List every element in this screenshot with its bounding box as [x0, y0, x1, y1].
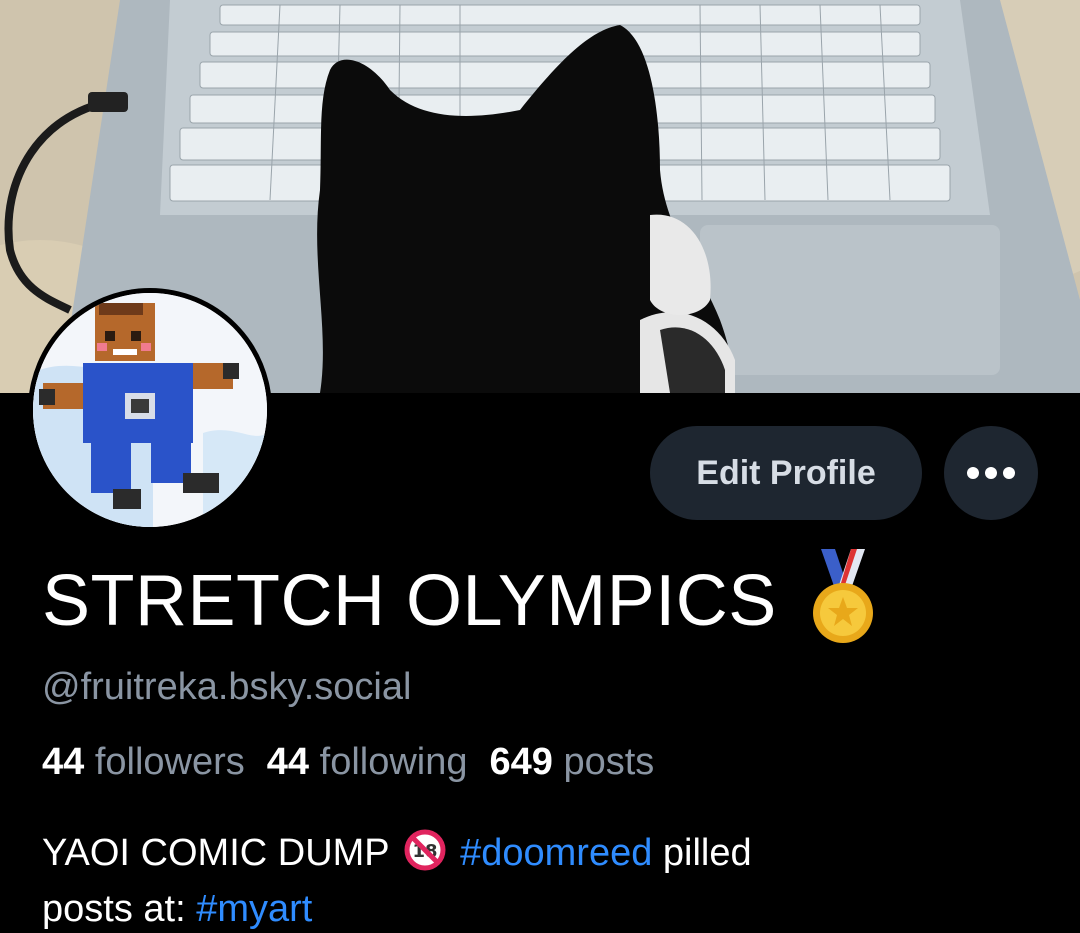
profile-bio: YAOI COMIC DUMP 18 #doomreed pilled post… — [42, 828, 1042, 933]
edit-profile-button[interactable]: Edit Profile — [650, 426, 922, 520]
more-options-dot — [985, 467, 997, 479]
profile-stats: 44 followers 44 following 649 posts — [42, 741, 654, 784]
bio-text: posts at: — [42, 888, 186, 930]
hashtag-link[interactable]: #doomreed — [460, 832, 652, 874]
posts-count: 649 — [489, 741, 553, 783]
followers-stat[interactable]: 44 followers — [42, 741, 245, 784]
bio-text: pilled — [662, 832, 752, 874]
following-count: 44 — [266, 741, 310, 783]
posts-label: posts — [563, 741, 655, 783]
followers-count: 44 — [42, 741, 85, 783]
following-label: following — [319, 741, 468, 783]
more-options-dot — [1003, 467, 1015, 479]
more-options-button[interactable] — [944, 426, 1038, 520]
followers-label: followers — [94, 741, 245, 783]
profile-avatar[interactable] — [28, 288, 272, 532]
sports-medal-icon — [811, 548, 875, 650]
avatar-image — [33, 293, 267, 527]
no-one-under-eighteen-icon: 18 — [404, 829, 446, 884]
following-stat[interactable]: 44 following — [267, 741, 468, 784]
more-options-icon — [967, 467, 979, 479]
bio-text: YAOI COMIC DUMP — [42, 832, 389, 874]
posts-stat: 649 posts — [490, 741, 655, 784]
display-name-row: STRETCH OLYMPICS — [42, 548, 875, 646]
hashtag-link[interactable]: #myart — [196, 888, 312, 930]
profile-handle: @fruitreka.bsky.social — [42, 666, 412, 708]
display-name: STRETCH OLYMPICS — [42, 561, 777, 641]
